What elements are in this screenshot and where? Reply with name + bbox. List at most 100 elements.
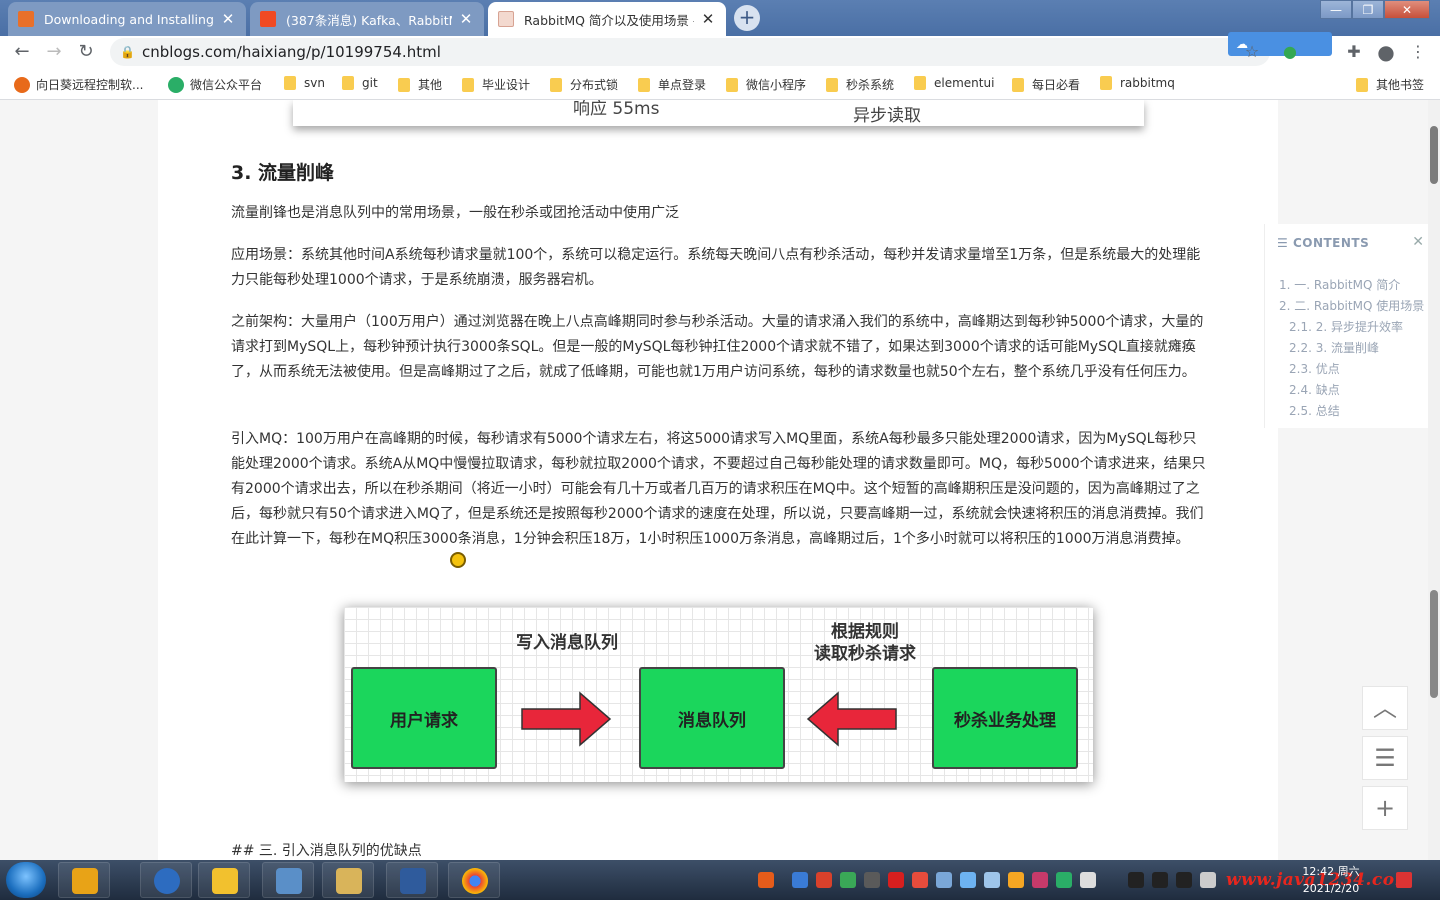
reload-icon[interactable]: ↻ bbox=[74, 40, 98, 64]
toc-item[interactable]: 2.5. 总结 bbox=[1289, 402, 1340, 419]
tab-title: (387条消息) Kafka、RabbitMQ bbox=[286, 12, 452, 28]
close-icon[interactable]: ✕ bbox=[220, 10, 236, 28]
plus-button[interactable]: + bbox=[1362, 786, 1408, 830]
taskbar-app[interactable] bbox=[386, 862, 438, 898]
maximize-button[interactable]: ❐ bbox=[1352, 0, 1384, 19]
qq-icon[interactable] bbox=[1152, 872, 1168, 888]
toc-item[interactable]: 2. 二. RabbitMQ 使用场景 bbox=[1279, 297, 1424, 314]
toc-item[interactable]: 2.3. 优点 bbox=[1289, 360, 1340, 377]
taskbar-app[interactable] bbox=[198, 862, 250, 898]
bookmark-folder[interactable]: rabbitmq bbox=[1100, 76, 1175, 90]
tray-icon[interactable] bbox=[1080, 872, 1096, 888]
bookmark-label: 其他 bbox=[418, 78, 443, 92]
taskbar-app[interactable] bbox=[262, 862, 314, 898]
toc-item[interactable]: 1. 一. RabbitMQ 简介 bbox=[1279, 276, 1400, 293]
bookmark-wechat-mp[interactable]: 微信公众平台 bbox=[168, 76, 262, 93]
close-icon[interactable]: ✕ bbox=[458, 10, 474, 28]
notification-icon[interactable] bbox=[1396, 872, 1412, 888]
bookmark-folder[interactable]: 单点登录 bbox=[638, 76, 706, 93]
right-arrow-icon bbox=[521, 691, 612, 747]
bookmark-sunlogin[interactable]: 向日葵远程控制软... bbox=[14, 76, 143, 93]
tab-csdn-kafka[interactable]: (387条消息) Kafka、RabbitMQ ✕ bbox=[250, 2, 484, 36]
toc-toggle-button[interactable]: ☰ bbox=[1362, 736, 1408, 780]
toc-item[interactable]: 2.4. 缺点 bbox=[1289, 381, 1340, 398]
tray-icon[interactable] bbox=[864, 872, 880, 888]
tab-rabbitmq-intro[interactable]: RabbitMQ 简介以及使用场景 - ✕ bbox=[488, 2, 726, 36]
folder-icon bbox=[550, 77, 562, 92]
bookmark-label: elementui bbox=[934, 76, 995, 90]
system-clock[interactable]: 12:42 周六 2021/2/20 bbox=[1296, 863, 1366, 897]
tray-icon[interactable] bbox=[936, 872, 952, 888]
tray-icon[interactable] bbox=[1008, 872, 1024, 888]
read-seckill-label: 读取秒杀请求 bbox=[814, 644, 916, 664]
scroll-top-button[interactable]: ︿ bbox=[1362, 686, 1408, 730]
diagram-text: 响应 55ms bbox=[573, 100, 660, 119]
taskbar-app[interactable] bbox=[322, 862, 374, 898]
bookmark-folder[interactable]: 分布式锁 bbox=[550, 76, 618, 93]
tray-icon[interactable] bbox=[1032, 872, 1048, 888]
wechat-icon[interactable] bbox=[1056, 872, 1072, 888]
bookmark-folder[interactable]: svn bbox=[284, 76, 325, 90]
puzzle-icon[interactable]: ✚ bbox=[1342, 40, 1366, 64]
sunflower-icon bbox=[14, 76, 30, 93]
sogou-icon[interactable] bbox=[758, 872, 774, 888]
qq-icon[interactable] bbox=[1128, 872, 1144, 888]
profile-avatar-icon[interactable]: ● bbox=[1374, 40, 1398, 64]
more-menu-icon[interactable]: ⋮ bbox=[1406, 40, 1430, 64]
window-controls: — ❐ ✕ bbox=[1320, 0, 1430, 20]
bookmark-folder[interactable]: 其他 bbox=[398, 76, 442, 93]
paragraph: 应用场景：系统其他时间A系统每秒请求量就100个，系统可以稳定运行。系统每天晚间… bbox=[231, 247, 1201, 288]
folder-icon bbox=[638, 77, 650, 92]
extension-check-icon[interactable]: ● bbox=[1278, 40, 1302, 64]
forward-arrow-icon[interactable]: → bbox=[42, 40, 66, 64]
folder-icon bbox=[462, 77, 474, 92]
folder-icon bbox=[1356, 77, 1368, 92]
tray-icon[interactable] bbox=[960, 872, 976, 888]
new-tab-button[interactable]: + bbox=[734, 5, 760, 31]
table-of-contents: ☰ CONTENTS ✕ 1. 一. RabbitMQ 简介 2. 二. Rab… bbox=[1264, 224, 1440, 428]
bookmark-folder[interactable]: git bbox=[342, 76, 378, 90]
tray-icon[interactable] bbox=[792, 872, 808, 888]
qq-icon[interactable] bbox=[1176, 872, 1192, 888]
browser-tab-strip: Downloading and Installing Ra ✕ (387条消息)… bbox=[0, 0, 1440, 36]
star-icon[interactable]: ☆ bbox=[1240, 40, 1264, 64]
start-button[interactable] bbox=[6, 862, 46, 898]
bookmark-label: 向日葵远程控制软... bbox=[36, 78, 144, 92]
close-icon[interactable]: ✕ bbox=[700, 10, 716, 28]
taskbar-app[interactable] bbox=[140, 862, 192, 898]
user-request-box: 用户请求 bbox=[351, 667, 497, 769]
page-viewport: 响应 55ms 异步读取 3. 流量削峰 流量削锋也是消息队列中的常用场景，一般… bbox=[0, 100, 1440, 860]
bookmarks-bar: 向日葵远程控制软... 微信公众平台 svn git 其他 毕业设计 分布式锁 … bbox=[0, 68, 1440, 100]
toc-item[interactable]: 2.1. 2. 异步提升效率 bbox=[1289, 318, 1403, 335]
folder-icon bbox=[826, 77, 838, 92]
tray-icon[interactable] bbox=[984, 872, 1000, 888]
bookmark-folder[interactable]: elementui bbox=[914, 76, 994, 90]
scrollbar-thumb[interactable] bbox=[1430, 126, 1438, 184]
folder-icon bbox=[914, 76, 926, 90]
taskbar-app[interactable] bbox=[448, 862, 500, 898]
volume-icon[interactable] bbox=[1200, 872, 1216, 888]
folder-icon bbox=[284, 76, 296, 90]
app-icon bbox=[400, 868, 426, 894]
tray-icon[interactable] bbox=[912, 872, 928, 888]
tray-icon[interactable] bbox=[816, 872, 832, 888]
minimize-button[interactable]: — bbox=[1320, 0, 1352, 19]
back-arrow-icon[interactable]: ← bbox=[10, 40, 34, 64]
tray-icon[interactable] bbox=[888, 872, 904, 888]
shield-icon[interactable] bbox=[840, 872, 856, 888]
address-bar[interactable]: 🔒 cnblogs.com/haixiang/p/10199754.html bbox=[110, 38, 1270, 66]
tab-title: Downloading and Installing Ra bbox=[44, 11, 214, 27]
close-icon[interactable]: ✕ bbox=[1412, 234, 1424, 250]
page-scrollbar[interactable] bbox=[1428, 100, 1440, 860]
close-window-button[interactable]: ✕ bbox=[1384, 0, 1430, 19]
toc-item[interactable]: 2.2. 3. 流量削峰 bbox=[1289, 339, 1379, 356]
other-bookmarks[interactable]: 其他书签 bbox=[1356, 76, 1424, 93]
bookmark-folder[interactable]: 秒杀系统 bbox=[826, 76, 894, 93]
bookmark-folder[interactable]: 每日必看 bbox=[1012, 76, 1080, 93]
bookmark-folder[interactable]: 微信小程序 bbox=[726, 76, 806, 93]
bookmark-folder[interactable]: 毕业设计 bbox=[462, 76, 530, 93]
taskbar-app[interactable] bbox=[58, 862, 110, 898]
clock-time: 12:42 周六 bbox=[1302, 865, 1360, 878]
tab-downloading-rabbitmq[interactable]: Downloading and Installing Ra ✕ bbox=[8, 2, 246, 36]
folder-icon bbox=[726, 77, 738, 92]
